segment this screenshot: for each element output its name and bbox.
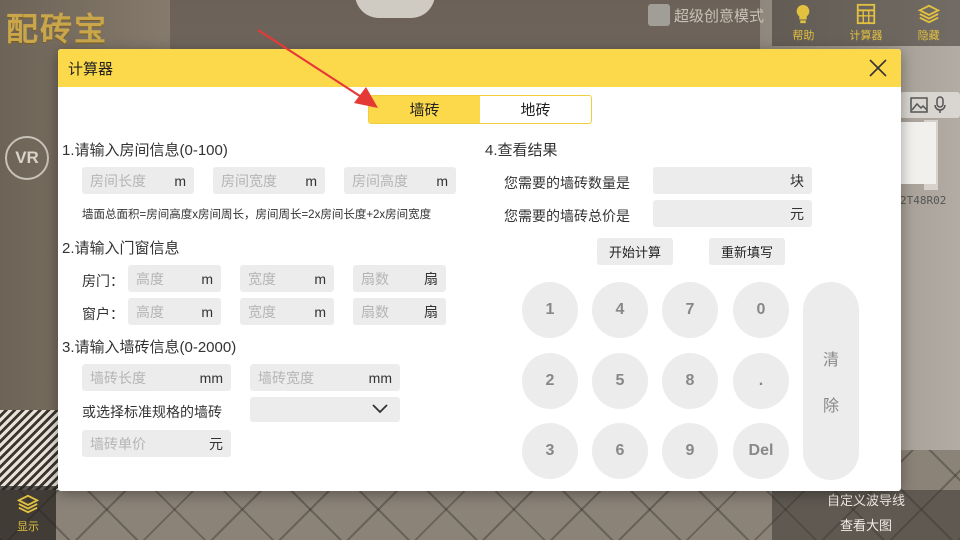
- tile-count-output: 块: [653, 167, 812, 194]
- key-9[interactable]: 9: [662, 423, 718, 479]
- total-price-output: 元: [653, 200, 812, 227]
- key-8[interactable]: 8: [662, 353, 718, 409]
- top-toolbar: 帮助 计算器 隐藏: [772, 0, 960, 46]
- view-large-image-link[interactable]: 查看大图: [772, 515, 960, 540]
- creative-mode-toggle[interactable]: 超级创意模式: [648, 4, 764, 26]
- clear-label-1: 清: [822, 352, 839, 369]
- key-2[interactable]: 2: [522, 353, 578, 409]
- key-7[interactable]: 7: [662, 282, 718, 338]
- door-label: 房门：: [82, 273, 124, 289]
- show-button[interactable]: 显示: [0, 486, 56, 540]
- ceiling-lamp: [355, 0, 435, 18]
- section-results-title: 4.查看结果: [485, 142, 558, 159]
- layers-icon: [17, 494, 39, 513]
- tile-thumbnail[interactable]: [900, 122, 936, 184]
- layers-icon: [917, 4, 940, 24]
- custom-waveguide-link[interactable]: 自定义波导线: [772, 490, 960, 515]
- door-width-input[interactable]: 宽度 m: [240, 265, 334, 292]
- reset-button[interactable]: 重新填写: [709, 238, 785, 265]
- key-6[interactable]: 6: [592, 423, 648, 479]
- area-formula-note: 墙面总面积=房间高度x房间周长，房间周长=2x房间长度+2x房间宽度: [82, 209, 432, 221]
- tab-wall-tile[interactable]: 墙砖: [369, 96, 480, 123]
- bottom-right-panel: 自定义波导线 查看大图: [772, 490, 960, 540]
- tile-type-tabs: 墙砖 地砖: [368, 95, 592, 124]
- show-label: 显示: [17, 520, 39, 533]
- calculator-button[interactable]: 计算器: [841, 3, 891, 43]
- dialog-title: 计算器: [68, 60, 114, 78]
- room-height-input[interactable]: 房间高度 m: [344, 167, 456, 194]
- calculate-button[interactable]: 开始计算: [597, 238, 673, 265]
- checkbox[interactable]: [648, 4, 670, 26]
- key-1[interactable]: 1: [522, 282, 578, 338]
- standard-size-label: 或选择标准规格的墙砖: [82, 404, 222, 420]
- total-price-label: 您需要的墙砖总价是: [504, 208, 630, 224]
- tab-floor-tile[interactable]: 地砖: [480, 96, 591, 123]
- tile-length-input[interactable]: 墙砖长度 mm: [82, 364, 231, 391]
- door-height-input[interactable]: 高度 m: [128, 265, 221, 292]
- window-height-input[interactable]: 高度 m: [128, 298, 221, 325]
- striped-rug: [0, 410, 60, 490]
- clear-label-2: 除: [822, 398, 839, 415]
- window-count-input[interactable]: 扇数扇: [353, 298, 446, 325]
- key-delete[interactable]: Del: [733, 423, 789, 479]
- room-length-input[interactable]: 房间长度 m: [82, 167, 194, 194]
- key-5[interactable]: 5: [592, 353, 648, 409]
- window-label: 窗户：: [82, 306, 124, 322]
- key-0[interactable]: 0: [733, 282, 789, 338]
- vr-button[interactable]: VR: [5, 136, 49, 180]
- close-icon[interactable]: [867, 57, 889, 79]
- creative-mode-label: 超级创意模式: [674, 7, 765, 25]
- dialog-header: 计算器: [58, 49, 901, 87]
- image-icon: [910, 97, 928, 113]
- section-room-info-title: 1.请输入房间信息(0-100): [62, 142, 228, 159]
- lightbulb-icon: [796, 4, 810, 24]
- tile-price-input[interactable]: 墙砖单价元: [82, 430, 231, 457]
- help-label: 帮助: [792, 30, 815, 42]
- key-dot[interactable]: .: [733, 353, 789, 409]
- calculator-icon: [856, 3, 876, 25]
- tile-code: 2T48R02: [900, 194, 947, 207]
- right-search-bar[interactable]: [900, 92, 960, 118]
- hide-label: 隐藏: [917, 30, 940, 42]
- calculator-label: 计算器: [849, 30, 883, 42]
- hide-button[interactable]: 隐藏: [904, 3, 954, 43]
- section-tile-info-title: 3.请输入墙砖信息(0-2000): [62, 339, 237, 356]
- clear-button[interactable]: 清 除: [803, 282, 859, 480]
- door-count-input[interactable]: 扇数扇: [353, 265, 446, 292]
- tile-count-label: 您需要的墙砖数量是: [504, 175, 630, 191]
- window-width-input[interactable]: 宽度 m: [240, 298, 334, 325]
- key-4[interactable]: 4: [592, 282, 648, 338]
- microphone-icon: [934, 96, 946, 113]
- tile-width-input[interactable]: 墙砖宽度 mm: [250, 364, 400, 391]
- chevron-down-icon: [372, 404, 388, 414]
- key-3[interactable]: 3: [522, 423, 578, 479]
- calculator-dialog: 计算器 墙砖 地砖 1.请输入房间信息(0-100) 房间长度 m 房间宽度 m 房…: [58, 49, 901, 491]
- standard-size-select[interactable]: [250, 397, 400, 422]
- app-logo: 配砖宝: [6, 10, 109, 48]
- help-button[interactable]: 帮助: [778, 3, 828, 43]
- room-width-input[interactable]: 房间宽度 m: [213, 167, 325, 194]
- section-door-window-title: 2.请输入门窗信息: [62, 240, 180, 257]
